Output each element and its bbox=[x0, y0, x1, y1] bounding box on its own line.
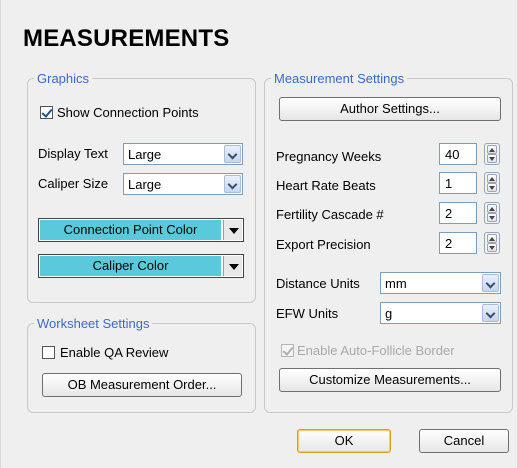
graphics-legend: Graphics bbox=[34, 71, 93, 86]
display-text-value: Large bbox=[128, 147, 162, 162]
spin-up-icon[interactable] bbox=[487, 145, 497, 154]
worksheet-legend: Worksheet Settings bbox=[34, 316, 153, 331]
spin-down-icon[interactable] bbox=[487, 183, 497, 192]
fertility-cascade-input[interactable]: 2 bbox=[439, 202, 477, 224]
show-connection-points-label[interactable]: Show Connection Points bbox=[57, 105, 199, 121]
export-precision-input[interactable]: 2 bbox=[439, 232, 477, 254]
spin-up-icon[interactable] bbox=[487, 234, 497, 243]
caliper-size-label: Caliper Size bbox=[38, 176, 109, 191]
pregnancy-weeks-label: Pregnancy Weeks bbox=[276, 149, 382, 164]
ok-button[interactable]: OK bbox=[297, 429, 391, 453]
worksheet-settings-group: Worksheet Settings Enable QA Review OB M… bbox=[27, 316, 256, 413]
pregnancy-weeks-value: 40 bbox=[445, 147, 460, 162]
customize-measurements-button[interactable]: Customize Measurements... bbox=[279, 368, 501, 392]
enable-qa-review-checkbox[interactable] bbox=[42, 346, 55, 359]
measurement-settings-group: Measurement Settings Author Settings... … bbox=[264, 71, 513, 413]
distance-units-label: Distance Units bbox=[276, 276, 360, 291]
fertility-cascade-label: Fertility Cascade # bbox=[276, 207, 384, 222]
connection-point-color-select[interactable]: Connection Point Color bbox=[38, 218, 244, 242]
caliper-size-select[interactable]: Large bbox=[123, 173, 243, 195]
heart-rate-beats-spinner[interactable] bbox=[484, 172, 500, 194]
efw-units-label: EFW Units bbox=[276, 306, 339, 321]
triangle-down-icon[interactable] bbox=[223, 220, 242, 240]
distance-units-select[interactable]: mm bbox=[380, 272, 501, 294]
fertility-cascade-value: 2 bbox=[445, 206, 453, 221]
display-text-select[interactable]: Large bbox=[123, 143, 243, 165]
measurement-settings-legend: Measurement Settings bbox=[271, 71, 408, 86]
caliper-size-value: Large bbox=[128, 177, 162, 192]
pregnancy-weeks-spinner[interactable] bbox=[484, 143, 500, 165]
export-precision-value: 2 bbox=[445, 236, 453, 251]
chevron-down-icon[interactable] bbox=[482, 304, 499, 322]
display-text-label: Display Text bbox=[38, 146, 108, 161]
graphics-group: Graphics Show Connection Points Display … bbox=[27, 71, 256, 303]
connection-point-color-label: Connection Point Color bbox=[40, 220, 221, 240]
heart-rate-beats-value: 1 bbox=[445, 176, 453, 191]
heart-rate-beats-input[interactable]: 1 bbox=[439, 172, 477, 194]
export-precision-label: Export Precision bbox=[276, 237, 371, 252]
chevron-down-icon[interactable] bbox=[482, 274, 499, 292]
cancel-button[interactable]: Cancel bbox=[419, 429, 509, 453]
enable-qa-review-label[interactable]: Enable QA Review bbox=[60, 345, 168, 361]
spin-up-icon[interactable] bbox=[487, 174, 497, 183]
show-connection-points-checkbox[interactable] bbox=[40, 106, 53, 119]
ob-measurement-order-button[interactable]: OB Measurement Order... bbox=[42, 373, 242, 397]
distance-units-value: mm bbox=[385, 276, 407, 291]
page-title: MEASUREMENTS bbox=[23, 25, 230, 52]
triangle-down-icon[interactable] bbox=[223, 256, 242, 276]
author-settings-button[interactable]: Author Settings... bbox=[279, 97, 501, 121]
efw-units-value: g bbox=[385, 306, 393, 321]
spin-down-icon[interactable] bbox=[487, 213, 497, 222]
chevron-down-icon[interactable] bbox=[224, 175, 241, 193]
export-precision-spinner[interactable] bbox=[484, 232, 500, 254]
fertility-cascade-spinner[interactable] bbox=[484, 202, 500, 224]
measurements-dialog: MEASUREMENTS Graphics Show Connection Po… bbox=[0, 0, 518, 468]
auto-follicle-checkbox bbox=[281, 344, 294, 357]
auto-follicle-label: Enable Auto-Follicle Border bbox=[297, 343, 455, 358]
spin-down-icon[interactable] bbox=[487, 154, 497, 163]
heart-rate-beats-label: Heart Rate Beats bbox=[276, 178, 376, 193]
spin-up-icon[interactable] bbox=[487, 204, 497, 213]
caliper-color-label: Caliper Color bbox=[40, 256, 221, 276]
spin-down-icon[interactable] bbox=[487, 243, 497, 252]
caliper-color-select[interactable]: Caliper Color bbox=[38, 254, 244, 278]
chevron-down-icon[interactable] bbox=[224, 145, 241, 163]
pregnancy-weeks-input[interactable]: 40 bbox=[439, 143, 477, 165]
efw-units-select[interactable]: g bbox=[380, 302, 501, 324]
